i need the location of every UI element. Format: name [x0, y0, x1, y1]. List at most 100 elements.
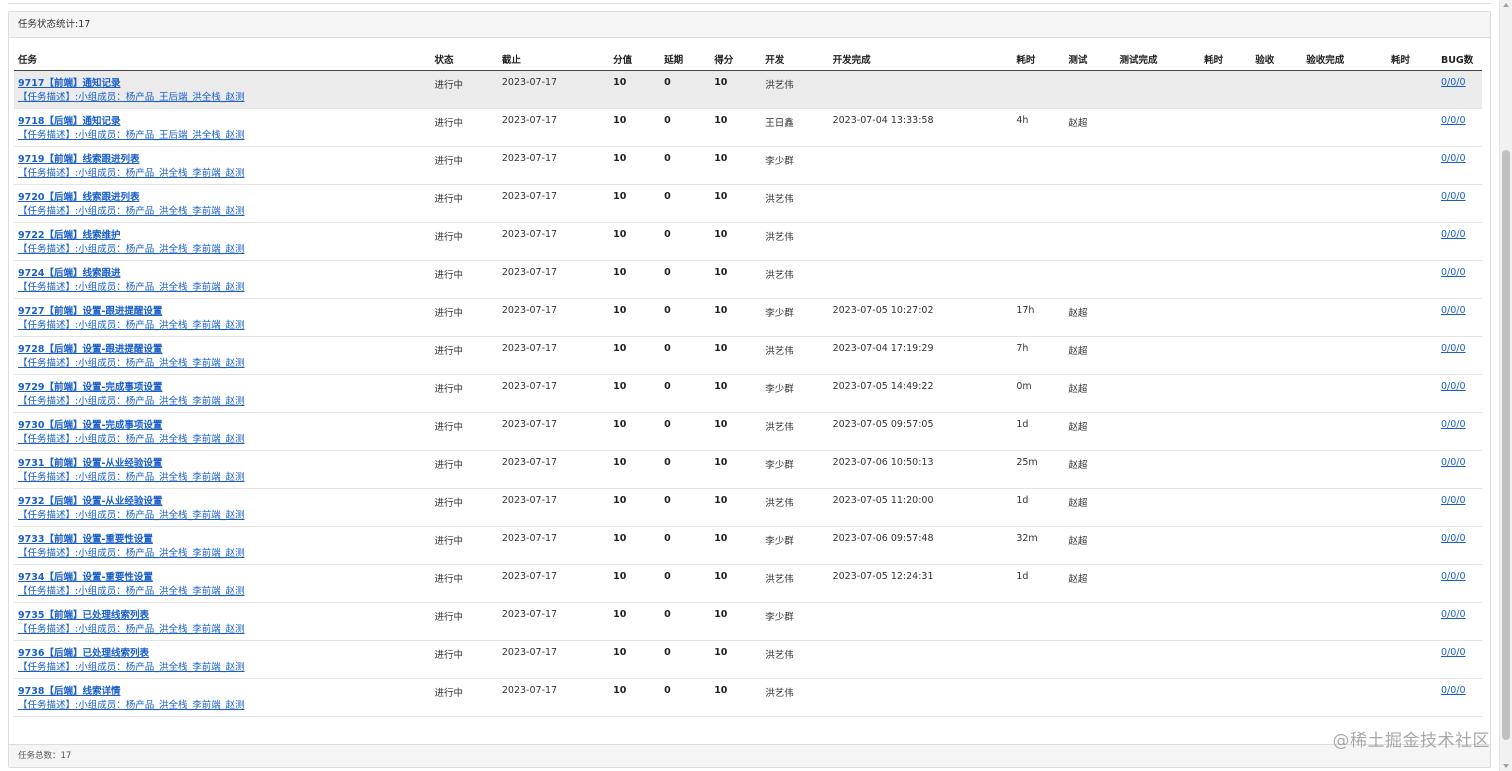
table-row[interactable]: 9736【后端】已处理线索列表 【任务描述】:小组成员：杨产品_洪全栈_李前端_赵…	[14, 640, 1482, 679]
bug-count-link[interactable]: 0/0/0	[1441, 305, 1478, 316]
column-header: 验收	[1251, 48, 1303, 71]
cell-accept-done	[1302, 222, 1387, 261]
task-title-link[interactable]: 9720【后端】线索跟进列表	[18, 191, 427, 205]
task-title-link[interactable]: 9734【后端】设置-重要性设置	[18, 571, 427, 585]
table-row[interactable]: 9722【后端】线索维护 【任务描述】:小组成员：杨产品_洪全栈_李前端_赵测 进行…	[14, 222, 1482, 261]
cell-dev-time: 7h	[1012, 336, 1065, 375]
table-row[interactable]: 9731【前端】设置-从业经验设置 【任务描述】:小组成员：杨产品_洪全栈_李前端…	[14, 450, 1482, 489]
top-divider	[8, 0, 1491, 4]
table-row[interactable]: 9734【后端】设置-重要性设置 【任务描述】:小组成员：杨产品_洪全栈_李前端_…	[14, 564, 1482, 603]
cell-score: 10	[609, 260, 661, 299]
cell-deadline: 2023-07-17	[497, 678, 610, 717]
task-title-link[interactable]: 9729【前端】设置-完成事项设置	[18, 381, 427, 395]
task-title-link[interactable]: 9735【前端】已处理线索列表	[18, 609, 427, 623]
task-description-link[interactable]: 【任务描述】:小组成员：杨产品_洪全栈_李前端_赵测	[18, 471, 427, 485]
cell-tester	[1064, 222, 1116, 261]
cell-accept-done	[1302, 374, 1387, 413]
task-title-link[interactable]: 9717【前端】通知记录	[18, 77, 427, 91]
bug-count-link[interactable]: 0/0/0	[1441, 457, 1478, 468]
cell-score: 10	[609, 640, 661, 679]
task-title-link[interactable]: 9731【前端】设置-从业经验设置	[18, 457, 427, 471]
task-title-link[interactable]: 9733【前端】设置-重要性设置	[18, 533, 427, 547]
bug-count-link[interactable]: 0/0/0	[1441, 267, 1478, 278]
task-description-link[interactable]: 【任务描述】:小组成员：杨产品_洪全栈_李前端_赵测	[18, 433, 427, 447]
task-description-link[interactable]: 【任务描述】:小组成员：杨产品_洪全栈_李前端_赵测	[18, 661, 427, 675]
bug-count-link[interactable]: 0/0/0	[1441, 77, 1478, 88]
bug-count-link[interactable]: 0/0/0	[1441, 343, 1478, 354]
task-title-link[interactable]: 9738【后端】线索详情	[18, 685, 427, 699]
task-title-link[interactable]: 9727【前端】设置-跟进提醒设置	[18, 305, 427, 319]
task-description-link[interactable]: 【任务描述】:小组成员：杨产品_洪全栈_李前端_赵测	[18, 623, 427, 637]
cell-bugs: 0/0/0	[1436, 184, 1482, 223]
cell-dev: 洪艺伟	[761, 640, 829, 679]
task-description-link[interactable]: 【任务描述】:小组成员：杨产品_洪全栈_李前端_赵测	[18, 167, 427, 181]
bug-count-link[interactable]: 0/0/0	[1441, 229, 1478, 240]
table-row[interactable]: 9720【后端】线索跟进列表 【任务描述】:小组成员：杨产品_洪全栈_李前端_赵测…	[14, 184, 1482, 223]
bug-count-link[interactable]: 0/0/0	[1441, 153, 1478, 164]
task-description-link[interactable]: 【任务描述】:小组成员：杨产品_王后端_洪全栈_赵测	[18, 129, 427, 143]
table-row[interactable]: 9728【后端】设置-跟进提醒设置 【任务描述】:小组成员：杨产品_洪全栈_李前端…	[14, 336, 1482, 375]
table-row[interactable]: 9719【前端】线索跟进列表 【任务描述】:小组成员：杨产品_洪全栈_李前端_赵测…	[14, 146, 1482, 185]
bug-count-link[interactable]: 0/0/0	[1441, 115, 1478, 126]
cell-deadline: 2023-07-17	[497, 640, 610, 679]
bug-count-link[interactable]: 0/0/0	[1441, 609, 1478, 620]
task-title-link[interactable]: 9719【前端】线索跟进列表	[18, 153, 427, 167]
cell-points: 10	[710, 412, 762, 451]
task-title-link[interactable]: 9736【后端】已处理线索列表	[18, 647, 427, 661]
cell-points: 10	[710, 336, 762, 375]
bug-count-link[interactable]: 0/0/0	[1441, 685, 1478, 696]
task-title-link[interactable]: 9722【后端】线索维护	[18, 229, 427, 243]
column-header: 测试完成	[1115, 48, 1201, 71]
task-title-link[interactable]: 9728【后端】设置-跟进提醒设置	[18, 343, 427, 357]
task-description-link[interactable]: 【任务描述】:小组成员：杨产品_洪全栈_李前端_赵测	[18, 205, 427, 219]
bug-count-link[interactable]: 0/0/0	[1441, 533, 1478, 544]
task-description-link[interactable]: 【任务描述】:小组成员：杨产品_洪全栈_李前端_赵测	[18, 243, 427, 257]
task-title-link[interactable]: 9724【后端】线索跟进	[18, 267, 427, 281]
cell-bugs: 0/0/0	[1436, 298, 1482, 337]
bug-count-link[interactable]: 0/0/0	[1441, 419, 1478, 430]
scroll-up-icon[interactable]	[1503, 3, 1509, 7]
table-row[interactable]: 9733【前端】设置-重要性设置 【任务描述】:小组成员：杨产品_洪全栈_李前端_…	[14, 526, 1482, 565]
cell-bugs: 0/0/0	[1436, 412, 1482, 451]
task-description-link[interactable]: 【任务描述】:小组成员：杨产品_洪全栈_李前端_赵测	[18, 281, 427, 295]
cell-points: 10	[710, 488, 762, 527]
vertical-scrollbar[interactable]	[1499, 0, 1512, 771]
bug-count-link[interactable]: 0/0/0	[1441, 381, 1478, 392]
bug-count-link[interactable]: 0/0/0	[1441, 495, 1478, 506]
task-description-link[interactable]: 【任务描述】:小组成员：杨产品_洪全栈_李前端_赵测	[18, 357, 427, 371]
cell-dev-done: 2023-07-04 13:33:58	[828, 108, 1013, 147]
table-row[interactable]: 9727【前端】设置-跟进提醒设置 【任务描述】:小组成员：杨产品_洪全栈_李前端…	[14, 298, 1482, 337]
table-row[interactable]: 9738【后端】线索详情 【任务描述】:小组成员：杨产品_洪全栈_李前端_赵测 进行…	[14, 678, 1482, 717]
table-row[interactable]: 9730【后端】设置-完成事项设置 【任务描述】:小组成员：杨产品_洪全栈_李前端…	[14, 412, 1482, 451]
table-header-row: 任务 状态 截止 分值 延期 得分 开发 开发完成 耗时 测试 测试完成 耗时 验收 验收完成 耗时 BUG数	[14, 48, 1482, 71]
cell-bugs: 0/0/0	[1436, 336, 1482, 375]
cell-dev: 洪艺伟	[761, 678, 829, 717]
task-description-link[interactable]: 【任务描述】:小组成员：杨产品_洪全栈_李前端_赵测	[18, 547, 427, 561]
table-row[interactable]: 9717【前端】通知记录 【任务描述】:小组成员：杨产品_王后端_洪全栈_赵测 进行…	[14, 70, 1482, 109]
task-description-link[interactable]: 【任务描述】:小组成员：杨产品_洪全栈_李前端_赵测	[18, 395, 427, 409]
task-title-link[interactable]: 9730【后端】设置-完成事项设置	[18, 419, 427, 433]
cell-accept-time	[1386, 374, 1437, 413]
task-description-link[interactable]: 【任务描述】:小组成员：杨产品_洪全栈_李前端_赵测	[18, 699, 427, 713]
table-row[interactable]: 9724【后端】线索跟进 【任务描述】:小组成员：杨产品_洪全栈_李前端_赵测 进行…	[14, 260, 1482, 299]
task-title-link[interactable]: 9732【后端】设置-从业经验设置	[18, 495, 427, 509]
task-description-link[interactable]: 【任务描述】:小组成员：杨产品_洪全栈_李前端_赵测	[18, 585, 427, 599]
task-title-link[interactable]: 9718【后端】通知记录	[18, 115, 427, 129]
cell-dev-time: 4h	[1012, 108, 1065, 147]
cell-points: 10	[710, 70, 762, 109]
scroll-thumb[interactable]	[1502, 150, 1510, 740]
task-description-link[interactable]: 【任务描述】:小组成员：杨产品_王后端_洪全栈_赵测	[18, 91, 427, 105]
bug-count-link[interactable]: 0/0/0	[1441, 571, 1478, 582]
bug-count-link[interactable]: 0/0/0	[1441, 191, 1478, 202]
task-cell: 9720【后端】线索跟进列表 【任务描述】:小组成员：杨产品_洪全栈_李前端_赵测	[14, 184, 431, 223]
scroll-down-icon[interactable]	[1503, 764, 1509, 768]
table-row[interactable]: 9732【后端】设置-从业经验设置 【任务描述】:小组成员：杨产品_洪全栈_李前端…	[14, 488, 1482, 527]
task-description-link[interactable]: 【任务描述】:小组成员：杨产品_洪全栈_李前端_赵测	[18, 509, 427, 523]
task-description-link[interactable]: 【任务描述】:小组成员：杨产品_洪全栈_李前端_赵测	[18, 319, 427, 333]
bug-count-link[interactable]: 0/0/0	[1441, 647, 1478, 658]
table-row[interactable]: 9735【前端】已处理线索列表 【任务描述】:小组成员：杨产品_洪全栈_李前端_赵…	[14, 602, 1482, 641]
cell-points: 10	[710, 450, 762, 489]
cell-accept-time	[1386, 488, 1437, 527]
table-row[interactable]: 9718【后端】通知记录 【任务描述】:小组成员：杨产品_王后端_洪全栈_赵测 进行…	[14, 108, 1482, 147]
table-row[interactable]: 9729【前端】设置-完成事项设置 【任务描述】:小组成员：杨产品_洪全栈_李前端…	[14, 374, 1482, 413]
